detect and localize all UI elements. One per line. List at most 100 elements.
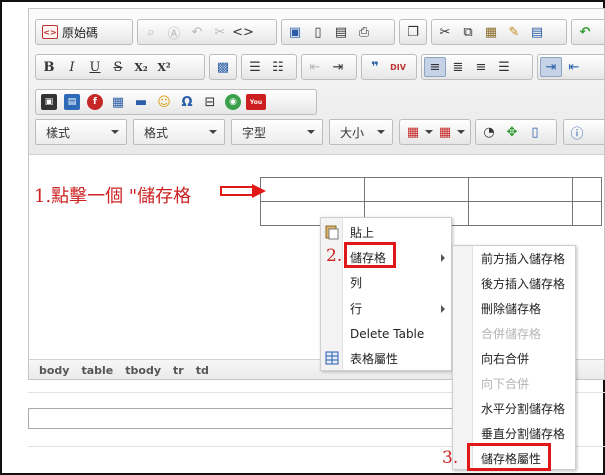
maximize-icon[interactable]: ✥	[501, 122, 523, 142]
path-item-td[interactable]: td	[196, 364, 209, 377]
bg-color-icon[interactable]: ▦	[434, 122, 456, 142]
menu-item-delete-table[interactable]: Delete Table	[321, 321, 451, 346]
clear-format-icon[interactable]: ▩	[212, 57, 234, 77]
path-item-body[interactable]: body	[39, 364, 69, 377]
spellcheck-icon[interactable]: ◔	[478, 122, 500, 142]
format-combo[interactable]: 格式	[133, 119, 225, 145]
tools-group: ◔ ✥ ▯	[475, 119, 557, 145]
bold-button[interactable]: B	[38, 57, 60, 77]
save-icon[interactable]: ▣	[284, 22, 306, 42]
font-combo[interactable]: 字型	[231, 119, 323, 145]
page-break-icon[interactable]: ⊟	[199, 92, 221, 112]
align-left-icon[interactable]: ≡	[424, 57, 446, 77]
table-row	[260, 177, 602, 202]
styles-combo[interactable]: 樣式	[35, 119, 127, 145]
size-combo[interactable]: 大小	[329, 119, 393, 145]
path-item-table[interactable]: table	[81, 364, 113, 377]
find-icon[interactable]: ⌕	[140, 22, 162, 42]
step3-label: 3.	[442, 448, 459, 468]
text-direction-ltr-icon[interactable]: ⇥	[540, 57, 562, 77]
align-center-icon[interactable]: ≣	[447, 57, 469, 77]
div-container-button[interactable]: DIV	[387, 57, 409, 77]
source-button[interactable]: <> 原始碼	[38, 22, 102, 42]
chevron-down-icon	[307, 130, 315, 134]
menu-item-delete-cells[interactable]: 刪除儲存格	[453, 296, 575, 321]
underline-button[interactable]: U	[84, 57, 106, 77]
menu-item-table-properties[interactable]: 表格屬性	[321, 346, 451, 371]
align-right-icon[interactable]: ≡	[470, 57, 492, 77]
special-char-button[interactable]: Ω	[176, 92, 198, 112]
table-cell[interactable]	[572, 177, 602, 202]
highlight-cell-menu-item	[344, 242, 396, 268]
list-group: ☰ ☷	[241, 54, 297, 80]
find-group: ⌕ Ⓐ ↶ ✂ <>	[137, 19, 277, 45]
undo-group: ↶	[571, 19, 604, 45]
source-group: <> 原始碼	[35, 19, 133, 45]
templates-icon[interactable]: ❐	[402, 22, 424, 42]
text-direction-rtl-icon[interactable]: ⇤	[563, 57, 585, 77]
clear-format-group: ▩	[209, 54, 237, 80]
replace-icon[interactable]: Ⓐ	[163, 22, 185, 42]
copy-icon[interactable]: ⧉	[457, 22, 479, 42]
cell-submenu: 前方插入儲存格 後方插入儲存格 刪除儲存格 合併儲存格 向右合併 向下合併 水平…	[452, 245, 576, 470]
table-cell[interactable]	[260, 177, 365, 202]
step1-annotation: 1.點擊一個 "儲存格	[34, 186, 192, 207]
numbered-list-icon[interactable]: ☰	[244, 57, 266, 77]
table-icon[interactable]: ▦	[107, 92, 129, 112]
source-code-icon: <>	[42, 25, 58, 39]
new-page-icon[interactable]: ▯	[307, 22, 329, 42]
subscript-button[interactable]: X₂	[130, 57, 152, 77]
undo-link-icon[interactable]: ↶	[186, 22, 208, 42]
source-button-label: 原始碼	[62, 25, 99, 40]
about-info-icon[interactable]: ⓘ	[566, 122, 588, 142]
chevron-down-icon	[111, 130, 119, 134]
red-arrow-icon	[220, 184, 266, 198]
insert-group: ▣ ▤ f ▦ ▬ ☺ Ω ⊟ ◉ You	[35, 89, 317, 115]
paste-text-icon[interactable]: ✎	[503, 22, 525, 42]
menu-item-merge-right[interactable]: 向右合併	[453, 346, 575, 371]
menu-item-insert-cell-after[interactable]: 後方插入儲存格	[453, 271, 575, 296]
indent-icon[interactable]: ⇥	[327, 57, 349, 77]
blockquote-button[interactable]: ❞	[364, 57, 386, 77]
basic-styles-group: B I U S X₂ X²	[35, 54, 205, 80]
iframe-icon[interactable]: ◉	[222, 92, 244, 112]
show-blocks-view-icon[interactable]: ▯	[524, 122, 546, 142]
menu-item-row[interactable]: 列	[321, 270, 451, 295]
smiley-icon[interactable]: ☺	[153, 92, 175, 112]
print-icon[interactable]: ⎙	[353, 22, 375, 42]
outdent-icon[interactable]: ⇤	[304, 57, 326, 77]
image-icon[interactable]: ▣	[38, 92, 60, 112]
table-cell[interactable]	[364, 177, 469, 202]
flash-player-icon[interactable]: f	[84, 92, 106, 112]
remove-format-icon[interactable]: ✂	[209, 22, 231, 42]
indent-group: ⇤ ⇥	[301, 54, 357, 80]
preview-icon[interactable]: ▤	[330, 22, 352, 42]
paste-icon[interactable]: ▦	[480, 22, 502, 42]
show-blocks-icon[interactable]: <>	[232, 22, 254, 42]
superscript-button[interactable]: X²	[153, 57, 175, 77]
chevron-down-icon	[457, 130, 465, 134]
text-input-field[interactable]	[28, 408, 456, 429]
table-cell[interactable]	[468, 201, 573, 226]
align-justify-icon[interactable]: ☰	[493, 57, 515, 77]
bulleted-list-icon[interactable]: ☷	[267, 57, 289, 77]
table-properties-icon	[325, 351, 339, 365]
menu-item-insert-cell-before[interactable]: 前方插入儲存格	[453, 246, 575, 271]
bidi-group: ⇥ ⇤	[537, 54, 604, 80]
youtube-icon: You	[246, 94, 266, 110]
menu-item-split-horizontal[interactable]: 水平分割儲存格	[453, 396, 575, 421]
path-item-tr[interactable]: tr	[173, 364, 184, 377]
strike-button[interactable]: S	[107, 57, 129, 77]
text-color-icon[interactable]: ▦	[402, 122, 424, 142]
italic-button[interactable]: I	[61, 57, 83, 77]
cut-icon[interactable]: ✂	[434, 22, 456, 42]
table-cell[interactable]	[468, 177, 573, 202]
flash-icon[interactable]: ▤	[61, 92, 83, 112]
horizontal-rule-icon[interactable]: ▬	[130, 92, 152, 112]
paste-word-icon[interactable]: ▤	[526, 22, 548, 42]
table-cell[interactable]	[572, 201, 602, 226]
path-item-tbody[interactable]: tbody	[125, 364, 161, 377]
youtube-button[interactable]: You	[245, 92, 267, 112]
menu-item-column[interactable]: 行	[321, 296, 451, 321]
undo-icon[interactable]: ↶	[574, 22, 596, 42]
